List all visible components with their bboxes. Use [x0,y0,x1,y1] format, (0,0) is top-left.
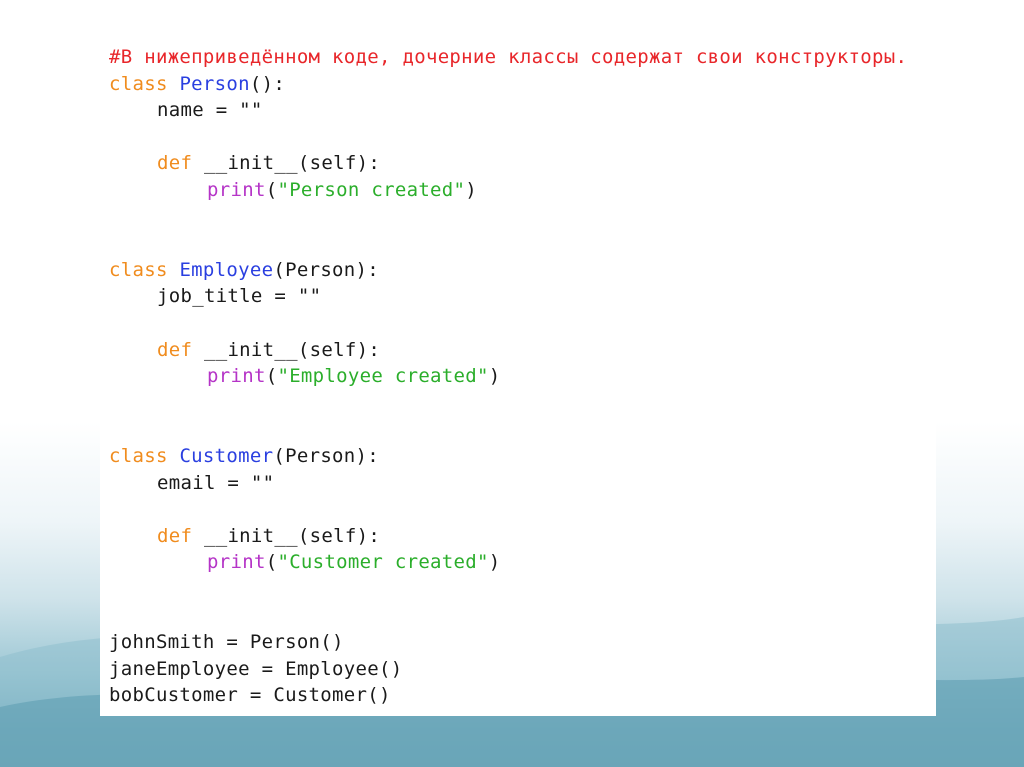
person-attr-line: name = "" [157,99,263,122]
person-print-line: print("Person created") [109,177,936,204]
paren-open: ( [265,365,278,388]
class-customer-line: class Customer(Person): [109,443,936,470]
employee-print-line: print("Employee created") [109,363,936,390]
code-comment: #В нижеприведённом коде, дочерние классы… [109,46,908,68]
keyword: def [157,524,204,547]
keyword: class [109,258,180,281]
keyword: class [109,72,180,95]
customer-attr-line: email = "" [157,471,275,494]
string-literal: "Person created" [277,178,466,201]
print-function: print [207,551,266,574]
keyword: def [157,152,204,175]
class-tail: (): [249,72,286,95]
employee-def-line: def __init__(self): [109,337,936,364]
class-name: Customer [179,444,274,467]
class-name: Person [179,72,250,95]
paren-close: ) [488,365,501,388]
def-name: __init__(self): [203,152,381,175]
instance-line: janeEmployee = Employee() [109,657,403,680]
class-name: Employee [179,258,274,281]
class-tail: (Person): [273,444,380,467]
def-name: __init__(self): [203,338,381,361]
string-literal: "Customer created" [277,551,489,574]
string-literal: "Employee created" [277,365,489,388]
customer-def-line: def __init__(self): [109,523,936,550]
paren-close: ) [465,178,478,201]
paren-open: ( [265,551,278,574]
instance-line: johnSmith = Person() [109,631,344,654]
def-name: __init__(self): [203,524,381,547]
code-panel: #В нижеприведённом коде, дочерние классы… [100,26,936,716]
class-employee-line: class Employee(Person): [109,257,936,284]
print-function: print [207,178,266,201]
employee-attr-line: job_title = "" [157,285,322,308]
customer-print-line: print("Customer created") [109,549,936,576]
keyword: class [109,444,180,467]
print-function: print [207,365,266,388]
class-tail: (Person): [273,258,380,281]
paren-open: ( [265,178,278,201]
person-def-line: def __init__(self): [109,150,936,177]
keyword: def [157,338,204,361]
class-person-line: class Person(): [109,71,936,98]
instance-line: bobCustomer = Customer() [109,684,391,707]
paren-close: ) [488,551,501,574]
